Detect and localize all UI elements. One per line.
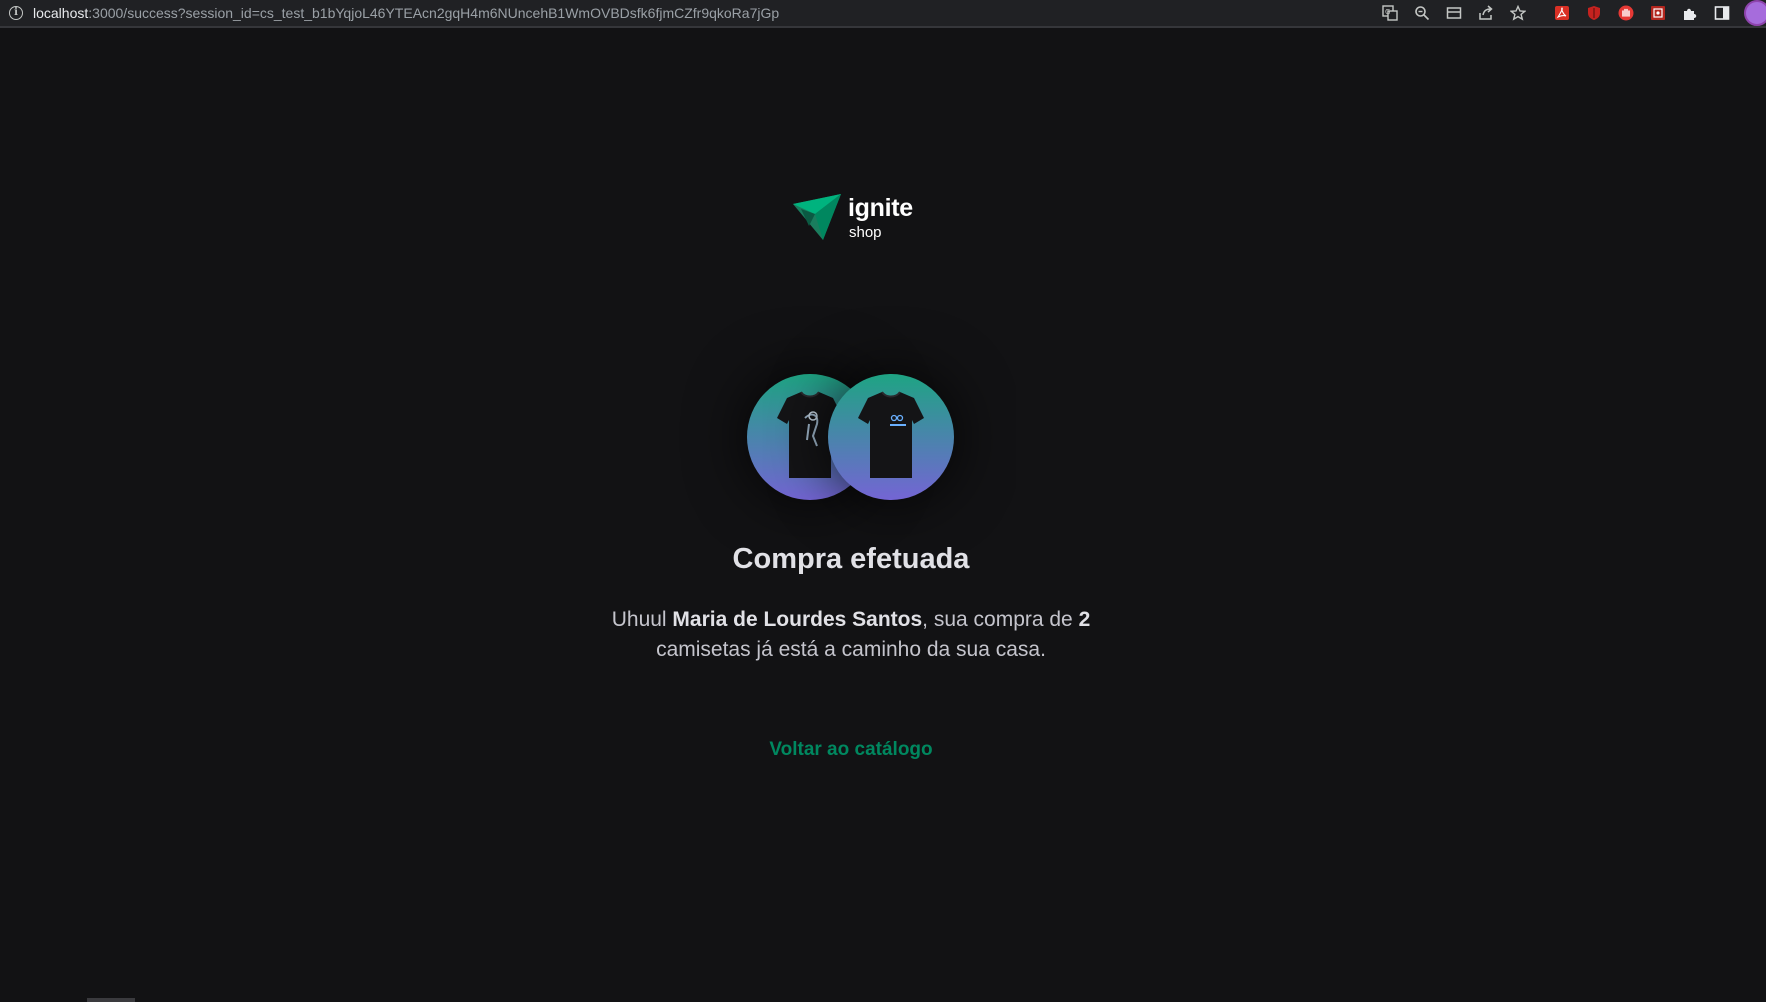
logo-mark-icon [793, 194, 841, 240]
bookmark-star-icon[interactable] [1502, 0, 1534, 26]
message-prefix: Uhuul [611, 608, 673, 631]
svg-text:G: G [1385, 8, 1390, 16]
profile-avatar[interactable] [1744, 0, 1766, 26]
translate-icon[interactable]: G [1374, 0, 1406, 26]
tshirt-image-2 [858, 391, 924, 478]
puzzle-extension-icon[interactable] [1642, 0, 1674, 26]
url-host: localhost [33, 5, 89, 21]
horizontal-scrollbar[interactable] [87, 998, 135, 1002]
logo-sub: shop [849, 224, 882, 241]
ignite-shop-logo[interactable]: ignite shop [793, 192, 923, 242]
zoom-icon[interactable] [1406, 0, 1438, 26]
logo-name: ignite [848, 194, 913, 222]
side-panel-icon[interactable] [1706, 0, 1738, 26]
shield-extension-icon[interactable] [1578, 0, 1610, 26]
url-field[interactable]: localhost:3000/success?session_id=cs_tes… [33, 5, 779, 21]
message-middle: , sua compra de [922, 608, 1079, 631]
hand-extension-icon[interactable] [1610, 0, 1642, 26]
pdf-extension-icon[interactable] [1546, 0, 1578, 26]
success-message: Uhuul Maria de Lourdes Santos, sua compr… [595, 605, 1107, 665]
product-image-2 [828, 374, 954, 500]
browser-toolbar: G [1374, 0, 1766, 26]
purchased-products [745, 374, 960, 502]
browser-address-bar: i localhost:3000/success?session_id=cs_t… [0, 0, 1766, 28]
back-to-catalog-link[interactable]: Voltar ao catálogo [0, 739, 1702, 761]
share-icon[interactable] [1470, 0, 1502, 26]
site-info-icon[interactable]: i [9, 6, 23, 20]
url-path: :3000/success?session_id=cs_test_b1bYqjo… [88, 5, 780, 21]
page-title: Compra efetuada [732, 543, 970, 575]
item-quantity: 2 [1078, 608, 1091, 631]
extensions-icon[interactable] [1674, 0, 1706, 26]
tab-search-icon[interactable] [1438, 0, 1470, 26]
customer-name: Maria de Lourdes Santos [672, 608, 923, 631]
message-suffix: camisetas já está a caminho da sua casa. [656, 638, 1046, 661]
